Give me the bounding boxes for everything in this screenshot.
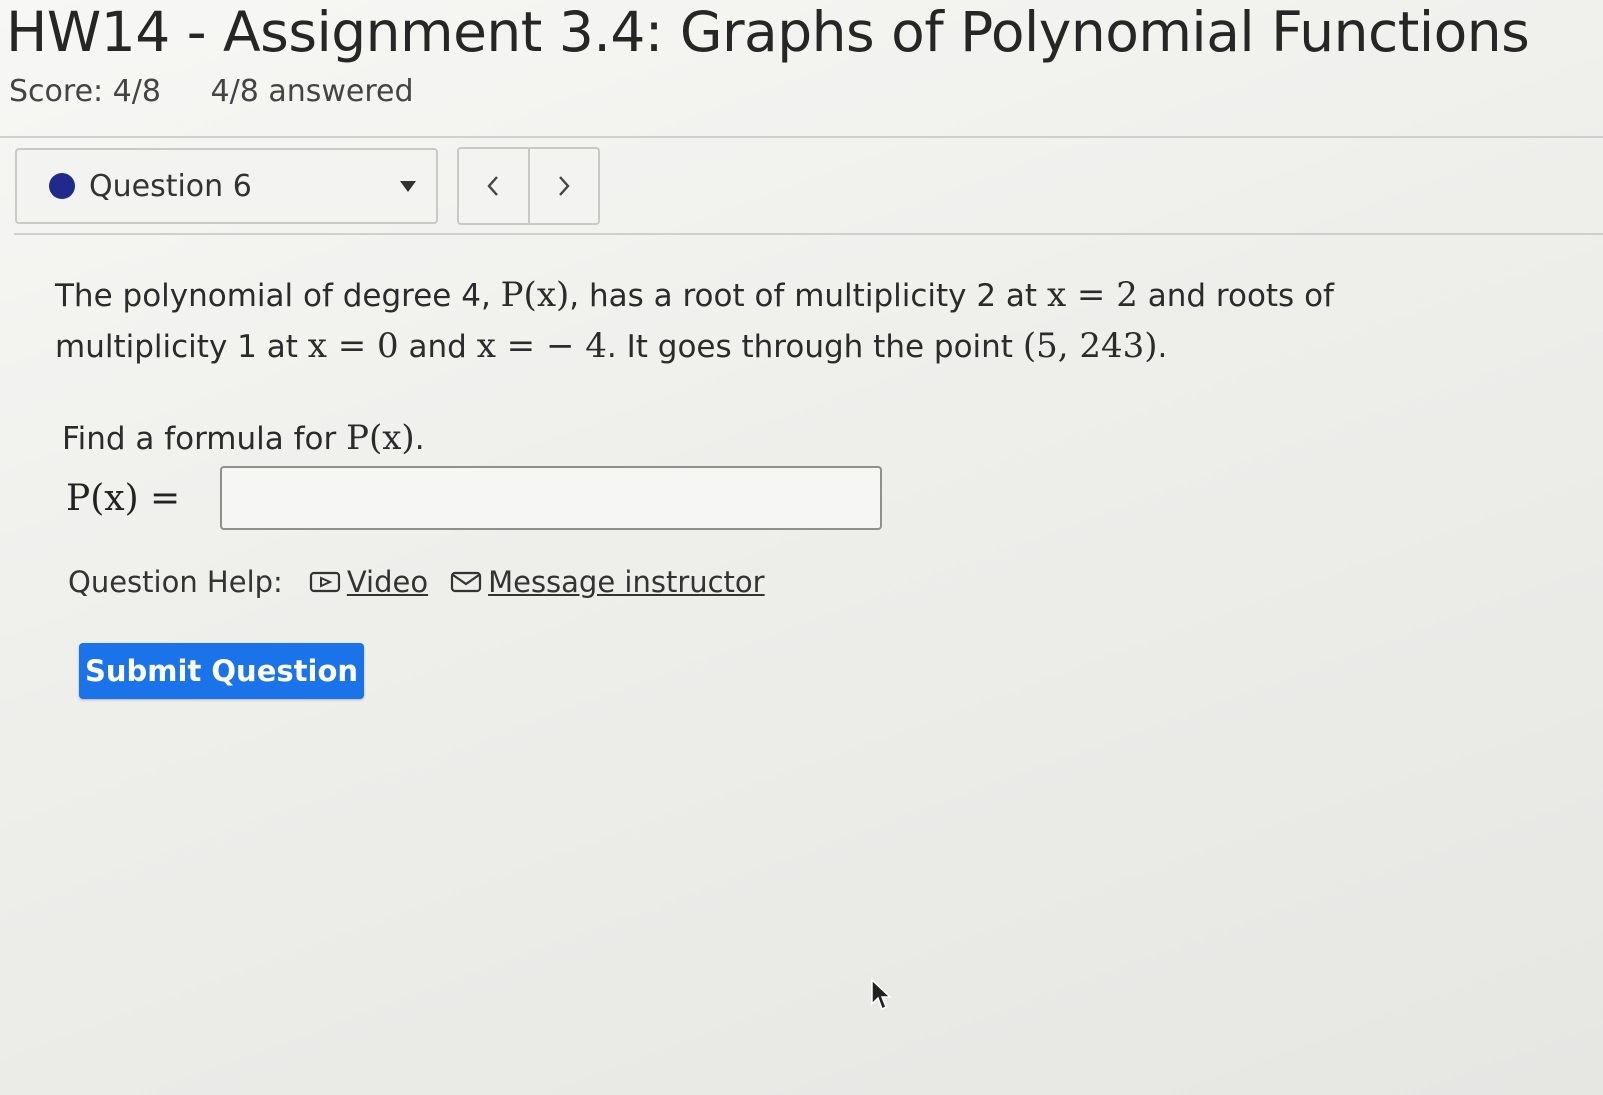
find-p: P(x) bbox=[346, 418, 415, 458]
find-end: . bbox=[414, 421, 425, 457]
chevron-left-icon bbox=[487, 176, 499, 196]
divider-top bbox=[0, 136, 1603, 138]
question-text: The polynomial of degree 4, P(x), has a … bbox=[55, 270, 1385, 372]
q-part2: , has a root of multiplicity 2 at bbox=[569, 278, 1038, 314]
question-help: Question Help: Video Message instructor bbox=[68, 565, 787, 599]
q-end: . bbox=[1157, 329, 1168, 365]
divider-mid bbox=[14, 233, 1603, 235]
help-label: Question Help: bbox=[68, 565, 283, 599]
video-icon bbox=[309, 571, 340, 593]
prev-question-button[interactable] bbox=[459, 149, 528, 223]
score-row: Score: 4/8 4/8 answered bbox=[9, 74, 454, 109]
q-intro: The polynomial of degree 4, bbox=[55, 278, 491, 314]
status-dot-icon bbox=[49, 173, 75, 199]
mail-icon bbox=[450, 571, 482, 593]
answered-text: 4/8 answered bbox=[210, 74, 414, 109]
question-nav-group bbox=[457, 147, 600, 225]
q-eq-x2: x = 2 bbox=[1046, 275, 1138, 315]
q-eq-xm4: x = − 4 bbox=[476, 326, 607, 366]
caret-down-icon bbox=[400, 180, 416, 192]
message-instructor-label: Message instructor bbox=[488, 565, 765, 599]
answer-label: P(x) = bbox=[66, 477, 181, 519]
answer-input[interactable] bbox=[220, 466, 882, 530]
question-select-label: Question 6 bbox=[89, 168, 252, 204]
video-link[interactable]: Video bbox=[309, 565, 428, 599]
answer-row: P(x) = bbox=[66, 466, 882, 530]
q-part4: . It goes through the point bbox=[606, 329, 1013, 365]
mouse-cursor-icon bbox=[871, 978, 892, 1011]
message-instructor-link[interactable]: Message instructor bbox=[450, 565, 765, 599]
find-formula-text: Find a formula for P(x). bbox=[62, 418, 425, 458]
q-p-of-x: P(x) bbox=[500, 275, 570, 315]
q-and: and bbox=[408, 329, 467, 365]
question-select[interactable]: Question 6 bbox=[15, 148, 438, 224]
next-question-button[interactable] bbox=[527, 149, 599, 223]
chevron-right-icon bbox=[558, 176, 570, 196]
q-eq-x0: x = 0 bbox=[307, 326, 399, 366]
submit-question-button[interactable]: Submit Question bbox=[79, 643, 364, 699]
page-title: HW14 - Assignment 3.4: Graphs of Polynom… bbox=[6, 0, 1530, 64]
find-prefix: Find a formula for bbox=[62, 421, 337, 457]
score-text: Score: 4/8 bbox=[9, 74, 161, 109]
video-link-label: Video bbox=[346, 565, 429, 599]
q-point: (5, 243) bbox=[1022, 326, 1158, 366]
